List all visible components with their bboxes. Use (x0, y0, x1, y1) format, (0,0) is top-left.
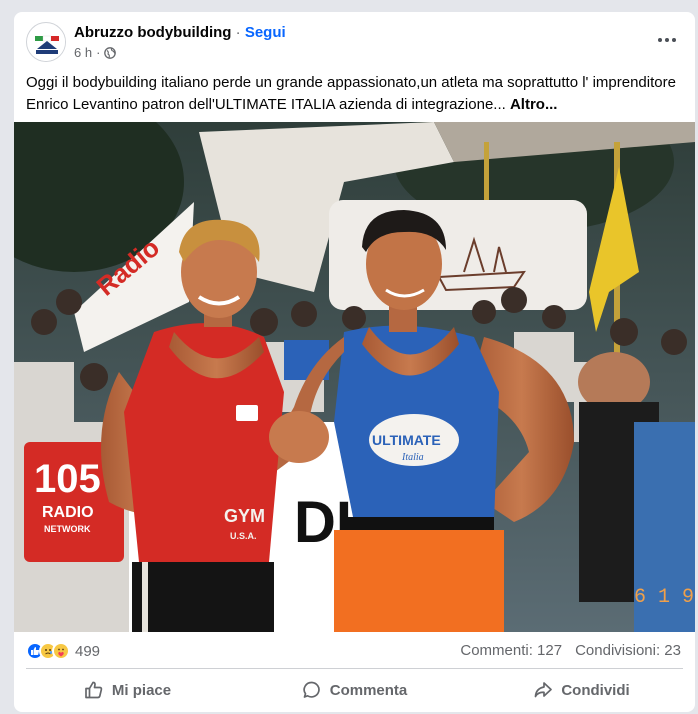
meta-separator: · (96, 45, 101, 60)
like-button[interactable]: Mi piace (14, 670, 241, 710)
reactions-summary[interactable]: 499 (26, 640, 100, 662)
shirt-left-text: GYM (224, 506, 265, 526)
page-avatar[interactable] (26, 22, 66, 62)
share-icon (534, 682, 553, 698)
more-options-icon[interactable] (653, 30, 681, 50)
post-stats: Commenti: 127 Condivisioni: 23 (460, 642, 681, 659)
thumbs-up-icon (85, 681, 103, 699)
shirt-right-text: ULTIMATE (372, 432, 441, 448)
banner-radio: RADIO (42, 504, 94, 521)
comment-label: Commenta (329, 681, 408, 699)
photo-date-stamp: 6 1 9 (634, 586, 694, 609)
post-time[interactable]: 6 h (74, 45, 92, 60)
photo-illustration: Radio 105 RADIO NETWORK GYM U.S.A. ULTIM… (14, 122, 695, 632)
comment-button[interactable]: Commenta (241, 670, 468, 710)
title-separator: · (231, 24, 245, 41)
actions-divider (26, 668, 683, 669)
post-body: Oggi il bodybuilding italiano perde un g… (26, 74, 676, 113)
banner-network: NETWORK (44, 524, 91, 534)
post-text: Oggi il bodybuilding italiano perde un g… (26, 72, 686, 116)
post-actions: Mi piace Commenta Condividi (14, 670, 695, 710)
comment-icon (303, 681, 320, 698)
shares-count[interactable]: Condivisioni: 23 (575, 642, 681, 659)
follow-button[interactable]: Segui (245, 24, 286, 41)
post-meta: 6 h · (74, 45, 117, 60)
like-label: Mi piace (111, 681, 172, 699)
shirt-left-sub: U.S.A. (230, 531, 257, 541)
globe-icon (104, 46, 117, 59)
post-header: Abruzzo bodybuilding · Segui 6 h · (14, 12, 695, 72)
page-title-row: Abruzzo bodybuilding · Segui (74, 24, 286, 41)
page-name-link[interactable]: Abruzzo bodybuilding (74, 24, 231, 41)
shirt-right-sub: Italia (401, 452, 424, 463)
banner-105: 105 (34, 457, 101, 501)
reaction-count: 499 (75, 642, 101, 660)
share-button[interactable]: Condividi (468, 670, 695, 710)
share-label: Condividi (561, 681, 630, 699)
see-more-link[interactable]: Altro... (510, 96, 558, 113)
post-photo[interactable]: Radio 105 RADIO NETWORK GYM U.S.A. ULTIM… (14, 122, 695, 632)
post-card: Abruzzo bodybuilding · Segui 6 h · Oggi … (14, 12, 695, 712)
comments-count[interactable]: Commenti: 127 (460, 642, 562, 659)
care-icon (52, 642, 70, 660)
